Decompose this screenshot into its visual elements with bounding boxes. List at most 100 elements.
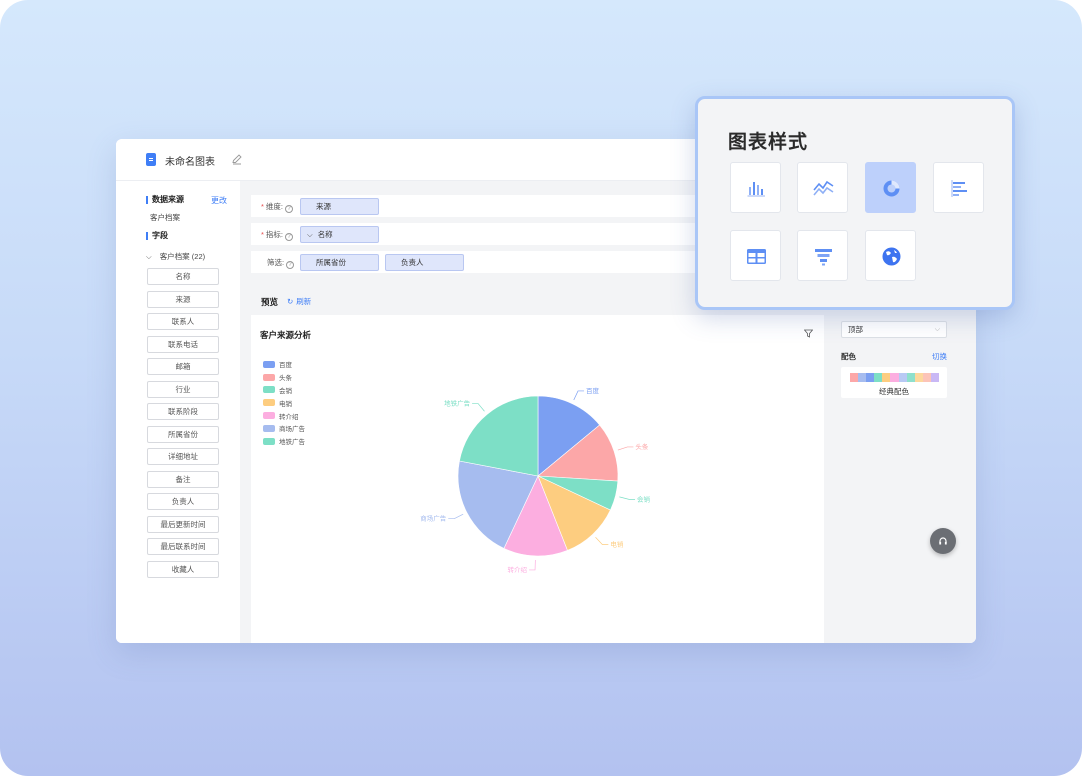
palette-swatch bbox=[922, 373, 931, 382]
chevron-down-icon: ⌵ bbox=[934, 326, 940, 333]
filter-icon[interactable] bbox=[804, 329, 813, 338]
style-tile-pie[interactable] bbox=[865, 162, 916, 213]
help-icon[interactable]: ? bbox=[285, 233, 294, 241]
field-item[interactable]: 负责人 bbox=[147, 493, 219, 510]
metric-row: * 指标:? ⌵ 名称 bbox=[251, 223, 701, 245]
palette-swatches bbox=[850, 373, 940, 382]
legend-item[interactable]: 会销 bbox=[263, 384, 305, 397]
horizontal-bar-icon bbox=[951, 180, 967, 197]
filter-label: 筛选:? bbox=[267, 257, 295, 269]
legend-swatch bbox=[263, 424, 275, 432]
legend-label: 地铁广告 bbox=[279, 439, 305, 447]
color-scheme-label: 配色 bbox=[841, 352, 856, 361]
chart-doc-icon bbox=[146, 153, 156, 166]
data-source-heading: 数据来源 bbox=[146, 196, 184, 204]
field-item[interactable]: 联系电话 bbox=[147, 335, 219, 353]
slice-label: 会销 bbox=[637, 494, 651, 503]
legend-label: 头条 bbox=[279, 375, 292, 383]
field-item[interactable]: 最后更新时间 bbox=[147, 515, 219, 533]
field-item[interactable]: 来源 bbox=[147, 290, 219, 308]
metric-label: * 指标:? bbox=[261, 229, 294, 241]
legend-label: 商场广告 bbox=[279, 426, 305, 434]
filter-pill[interactable]: 所属省份 bbox=[300, 254, 379, 271]
slice-label-line bbox=[619, 496, 636, 500]
field-item[interactable]: 所属省份 bbox=[147, 425, 219, 443]
palette-card[interactable]: 经典配色 bbox=[841, 367, 947, 398]
legend-item[interactable]: 转介绍 bbox=[263, 409, 305, 422]
fields-heading: 字段 bbox=[146, 232, 168, 240]
legend-item[interactable]: 电销 bbox=[263, 396, 305, 409]
legend-swatch bbox=[263, 373, 275, 381]
chart-title: 客户来源分析 bbox=[260, 330, 312, 340]
field-item[interactable]: 联系人 bbox=[147, 313, 219, 330]
field-item[interactable]: 收藏人 bbox=[147, 560, 219, 578]
slice-label: 头条 bbox=[635, 442, 649, 451]
change-source-link[interactable]: 更改 bbox=[211, 195, 227, 206]
palette-swatch bbox=[930, 373, 940, 382]
field-list: 名称 来源 联系人 联系电话 邮箱 行业 联系阶段 所属省份 详细地址 备注 负… bbox=[147, 268, 219, 583]
table-icon bbox=[747, 249, 766, 264]
help-icon[interactable]: ? bbox=[286, 261, 295, 269]
field-item[interactable]: 联系阶段 bbox=[147, 403, 219, 420]
legend-item[interactable]: 头条 bbox=[263, 371, 305, 384]
support-button[interactable] bbox=[930, 528, 956, 554]
palette-swatch bbox=[850, 373, 859, 382]
palette-swatch bbox=[874, 373, 883, 382]
filter-row: 筛选:? 所属省份 负责人 bbox=[251, 251, 701, 273]
line-chart-icon bbox=[813, 180, 834, 196]
doc-title: 未命名图表 bbox=[165, 157, 215, 168]
slice-label-line bbox=[448, 513, 464, 520]
dimension-row: * 维度:? 来源 bbox=[251, 195, 701, 217]
slice-label: 百度 bbox=[586, 386, 600, 395]
palette-name: 经典配色 bbox=[879, 387, 909, 396]
legend-position-value: 顶部 bbox=[848, 325, 863, 334]
preview-heading: 预览 bbox=[261, 297, 279, 307]
palette-swatch bbox=[914, 373, 923, 382]
filter-pill[interactable]: 负责人 bbox=[385, 254, 464, 271]
legend-item[interactable]: 商场广告 bbox=[263, 422, 305, 435]
legend-item[interactable]: 地铁广告 bbox=[263, 435, 305, 448]
style-tile-map[interactable] bbox=[865, 230, 916, 281]
chevron-down-icon: ⌵ bbox=[307, 230, 313, 239]
style-tile-line[interactable] bbox=[797, 162, 848, 213]
globe-icon bbox=[882, 247, 901, 266]
palette-swatch bbox=[890, 373, 899, 382]
switch-palette-link[interactable]: 切换 bbox=[932, 351, 947, 362]
field-item[interactable]: 行业 bbox=[147, 380, 219, 398]
style-tile-table[interactable] bbox=[730, 230, 781, 281]
legend-item[interactable]: 百度 bbox=[263, 358, 305, 371]
field-group-toggle[interactable]: ⌵ 客户档案 (22) bbox=[146, 251, 205, 262]
palette-swatch bbox=[898, 373, 907, 382]
chart-legend: 百度头条 会销电销 转介绍商场广告地铁广告 bbox=[263, 358, 305, 448]
dimension-pill[interactable]: 来源 bbox=[300, 198, 379, 215]
slice-label: 商场广告 bbox=[420, 514, 447, 523]
field-item[interactable]: 名称 bbox=[147, 268, 219, 285]
style-tile-horizontal-bar[interactable] bbox=[933, 162, 984, 213]
refresh-button[interactable]: ↻ 刷新 bbox=[287, 296, 311, 307]
dimension-label: * 维度:? bbox=[261, 201, 294, 213]
funnel-icon bbox=[815, 249, 832, 266]
palette-swatch bbox=[882, 373, 891, 382]
help-icon[interactable]: ? bbox=[285, 205, 294, 213]
legend-label: 电销 bbox=[279, 400, 292, 408]
pie-chart-icon bbox=[883, 180, 900, 197]
slice-label: 地铁广告 bbox=[444, 399, 471, 408]
headset-icon bbox=[939, 537, 947, 545]
field-item[interactable]: 详细地址 bbox=[147, 448, 219, 465]
legend-swatch bbox=[263, 437, 275, 445]
chart-card: 客户来源分析 百度 头条 会销 电销 转介绍 商场广告 地铁广告 百度 头条 会销 电销 转介绍 商场… bbox=[251, 315, 826, 643]
legend-swatch bbox=[263, 412, 275, 420]
edit-title-icon[interactable] bbox=[231, 153, 243, 165]
style-tile-bar[interactable] bbox=[730, 162, 781, 213]
legend-swatch bbox=[263, 386, 275, 394]
legend-position-select[interactable]: 顶部 ⌵ bbox=[841, 321, 947, 338]
slice-label: 电销 bbox=[610, 540, 624, 549]
field-item[interactable]: 备注 bbox=[147, 470, 219, 488]
metric-pill[interactable]: ⌵ 名称 bbox=[300, 226, 379, 243]
slice-label-line bbox=[472, 403, 485, 412]
field-item[interactable]: 最后联系时间 bbox=[147, 538, 219, 555]
field-group-label: 客户档案 (22) bbox=[159, 252, 206, 261]
bar-chart-icon bbox=[747, 182, 765, 197]
field-item[interactable]: 邮箱 bbox=[147, 358, 219, 375]
style-tile-funnel[interactable] bbox=[797, 230, 848, 281]
